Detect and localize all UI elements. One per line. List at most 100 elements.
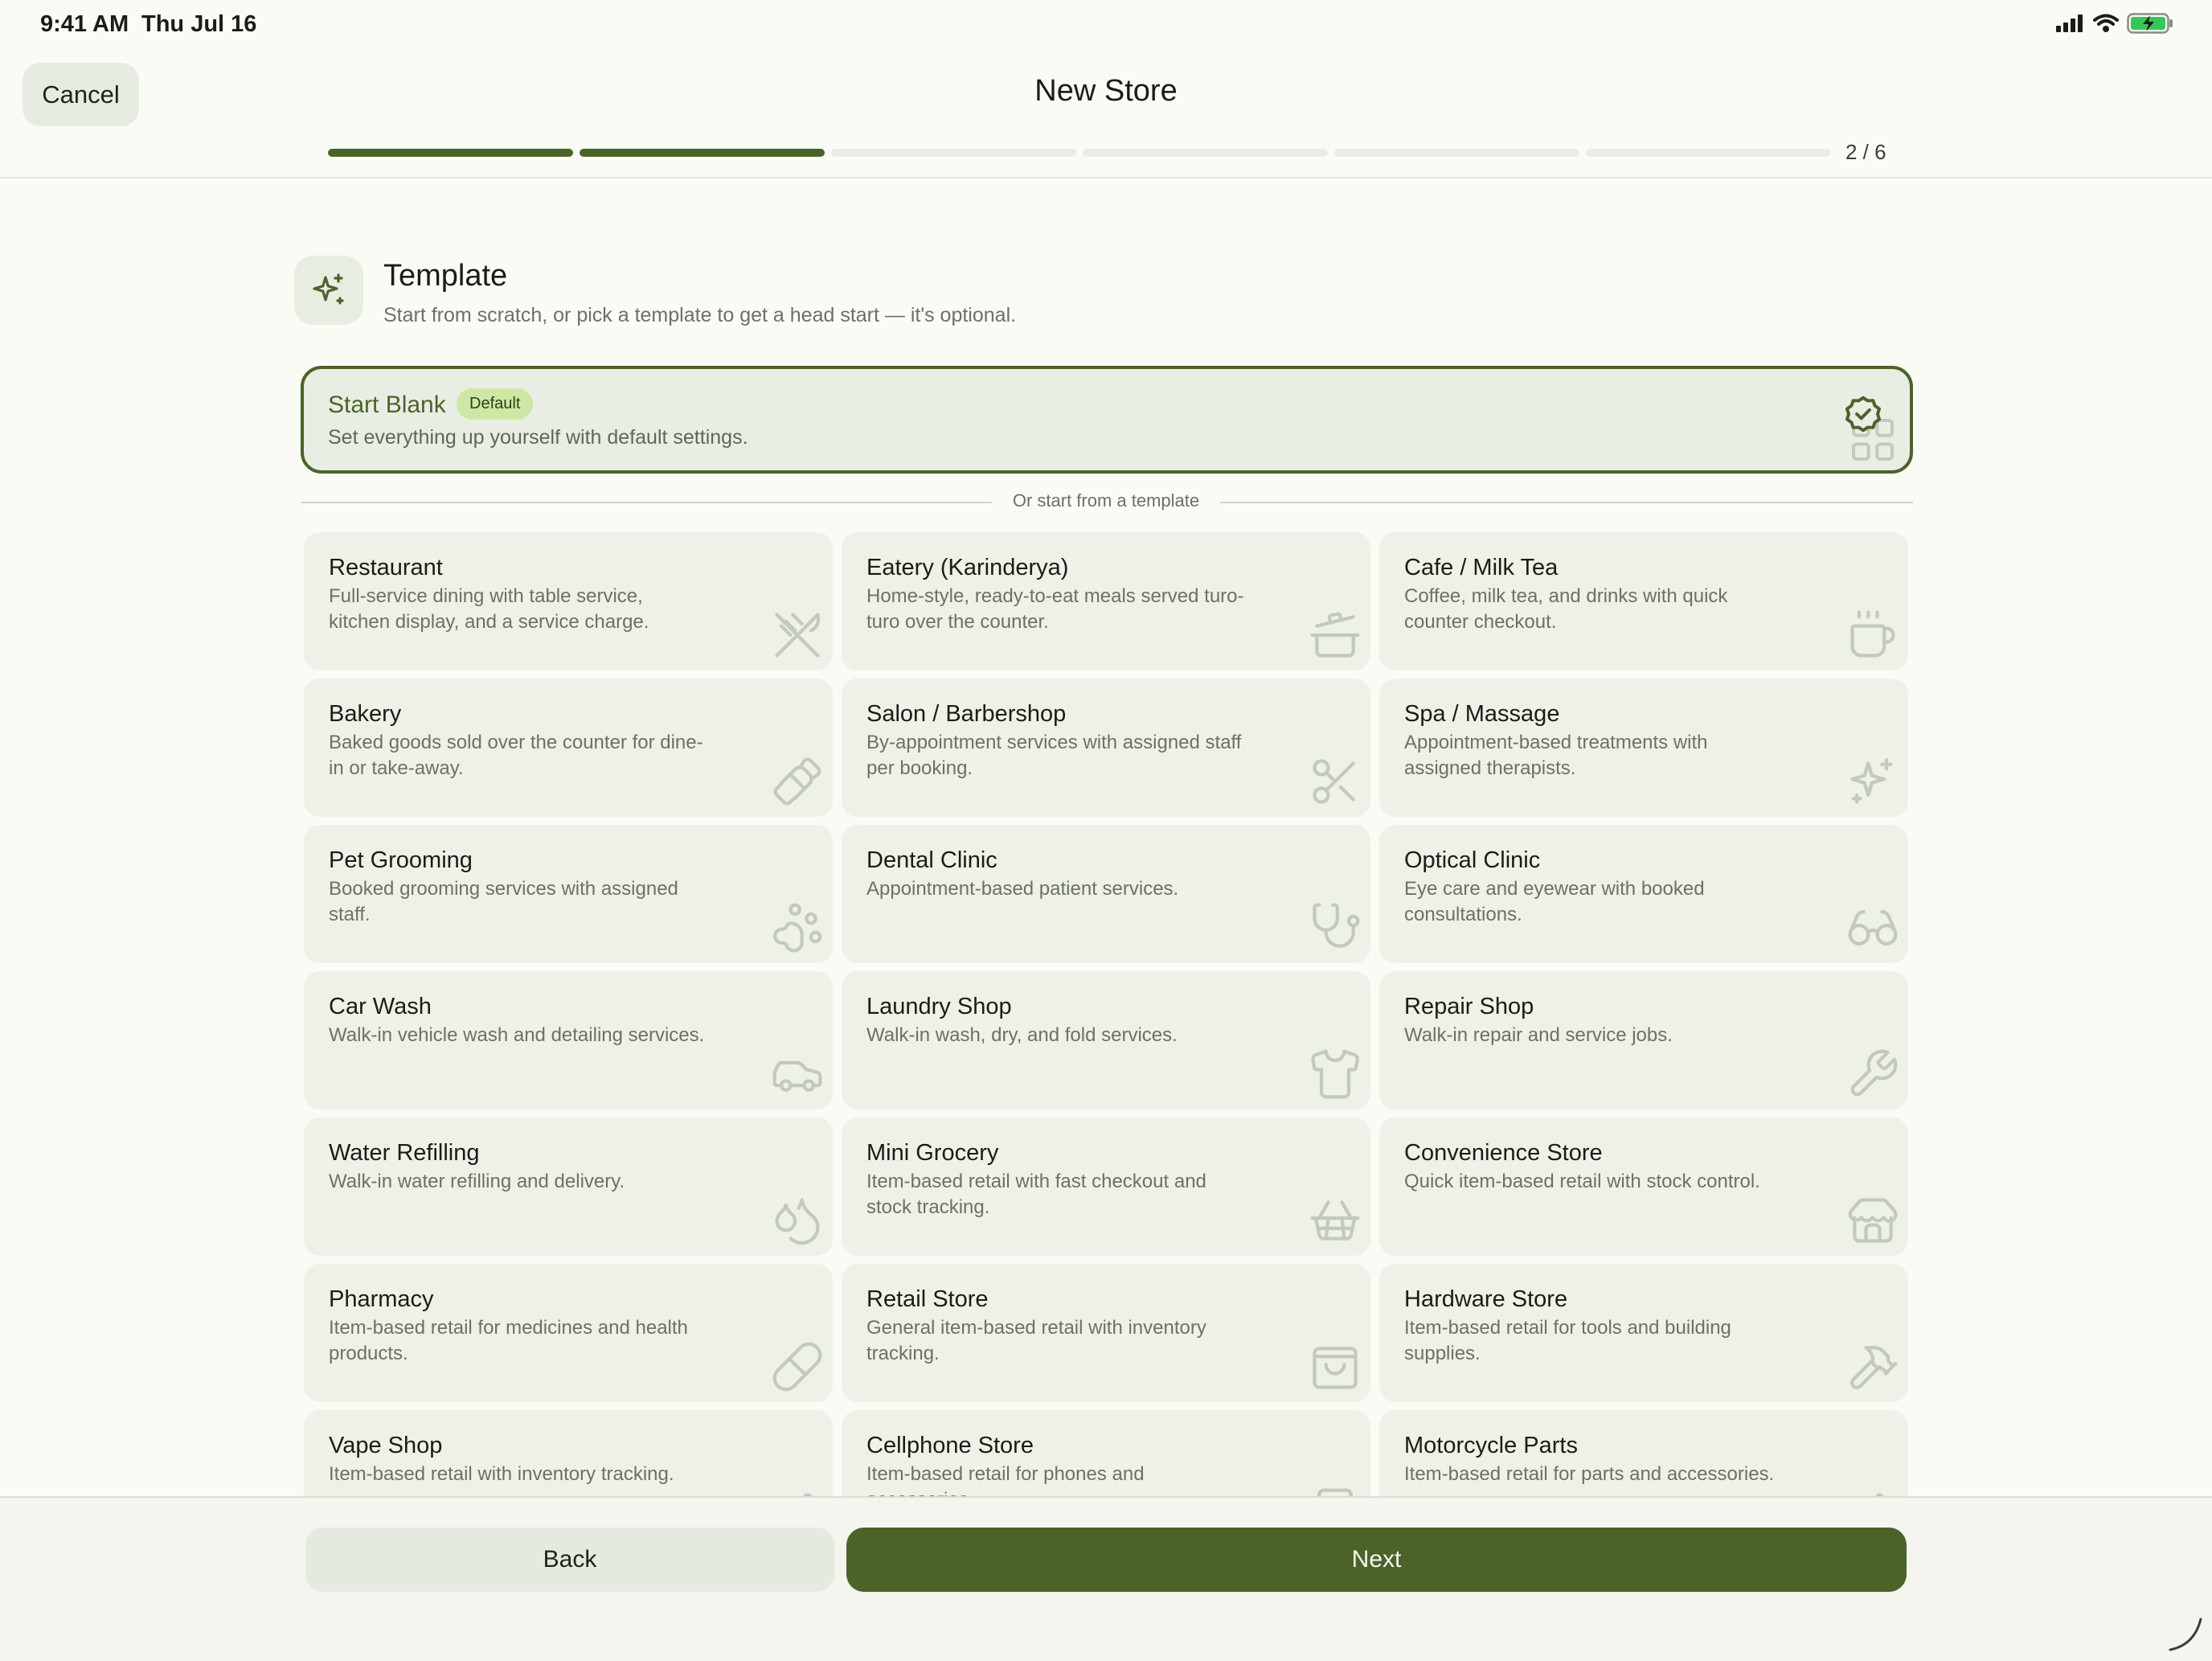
template-card-repair[interactable]: Repair Shop Walk-in repair and service j…	[1379, 971, 1908, 1109]
template-title: Mini Grocery	[866, 1140, 999, 1166]
template-description: Booked grooming services with assigned s…	[329, 878, 678, 925]
store-icon	[1845, 1193, 1900, 1248]
default-badge: Default	[457, 388, 534, 420]
template-title: Pet Grooming	[329, 847, 473, 873]
template-card-dental[interactable]: Dental Clinic Appointment-based patient …	[842, 825, 1370, 963]
battery-charging-icon	[2127, 13, 2173, 34]
croissant-icon	[770, 754, 825, 809]
pill-icon	[770, 1339, 825, 1394]
template-card-retail[interactable]: Retail Store General item-based retail w…	[842, 1264, 1370, 1402]
template-card-pharmacy[interactable]: Pharmacy Item-based retail for medicines…	[304, 1264, 833, 1402]
progress-segment	[328, 149, 573, 157]
template-card-convenience[interactable]: Convenience Store Quick item-based retai…	[1379, 1118, 1908, 1256]
progress-segment	[1083, 149, 1328, 157]
template-card-salon[interactable]: Salon / Barbershop By-appointment servic…	[842, 679, 1370, 817]
stethoscope-icon	[1308, 900, 1362, 955]
scissors-icon	[1308, 754, 1362, 809]
template-card-mini-grocery[interactable]: Mini Grocery Item-based retail with fast…	[842, 1118, 1370, 1256]
template-description: By-appointment services with assigned st…	[866, 732, 1242, 779]
template-title: Bakery	[329, 701, 402, 727]
template-title: Laundry Shop	[866, 994, 1012, 1019]
start-blank-title: Start Blank	[328, 392, 446, 418]
template-description: Item-based retail for medicines and heal…	[329, 1317, 688, 1364]
template-card-cafe[interactable]: Cafe / Milk Tea Coffee, milk tea, and dr…	[1379, 532, 1908, 671]
template-description: Coffee, milk tea, and drinks with quick …	[1404, 585, 1728, 633]
shirt-icon	[1308, 1047, 1362, 1101]
step-counter: 2 / 6	[1845, 140, 1886, 164]
template-title: Pharmacy	[329, 1286, 434, 1312]
header-divider	[0, 177, 2212, 178]
template-description: Walk-in repair and service jobs.	[1404, 1024, 1673, 1046]
step-progress	[328, 149, 1831, 157]
template-description: Walk-in vehicle wash and detailing servi…	[329, 1024, 705, 1046]
template-title: Retail Store	[866, 1286, 989, 1312]
divider-line	[1220, 502, 1913, 503]
template-description: Home-style, ready-to-eat meals served tu…	[866, 585, 1244, 633]
template-title: Cafe / Milk Tea	[1404, 555, 1559, 580]
droplets-icon	[770, 1193, 825, 1248]
start-blank-description: Set everything up yourself with default …	[328, 426, 748, 449]
template-description: General item-based retail with inventory…	[866, 1317, 1206, 1364]
template-title: Convenience Store	[1404, 1140, 1603, 1166]
hammer-icon	[1845, 1339, 1900, 1394]
back-button[interactable]: Back	[305, 1528, 834, 1592]
coffee-cup-icon	[1845, 608, 1900, 662]
template-description: Baked goods sold over the counter for di…	[329, 732, 703, 779]
template-card-spa[interactable]: Spa / Massage Appointment-based treatmen…	[1379, 679, 1908, 817]
template-title: Cellphone Store	[866, 1433, 1034, 1458]
template-description: Eye care and eyewear with booked consult…	[1404, 878, 1705, 925]
template-title: Motorcycle Parts	[1404, 1433, 1578, 1458]
progress-segment	[580, 149, 825, 157]
template-description: Item-based retail with fast checkout and…	[866, 1171, 1206, 1218]
template-description: Appointment-based patient services.	[866, 878, 1179, 900]
start-blank-card[interactable]: Start Blank Default Set everything up yo…	[301, 366, 1913, 474]
template-title: Hardware Store	[1404, 1286, 1568, 1312]
template-description: Walk-in water refilling and delivery.	[329, 1171, 625, 1192]
template-title: Optical Clinic	[1404, 847, 1541, 873]
section-subtitle: Start from scratch, or pick a template t…	[383, 304, 1017, 326]
selected-check-badge-icon	[1845, 396, 1882, 433]
template-card-laundry[interactable]: Laundry Shop Walk-in wash, dry, and fold…	[842, 971, 1370, 1109]
footer-bar: Back Next	[0, 1496, 2212, 1661]
template-card-bakery[interactable]: Bakery Baked goods sold over the counter…	[304, 679, 833, 817]
status-date: Thu Jul 16	[141, 11, 257, 37]
template-card-car-wash[interactable]: Car Wash Walk-in vehicle wash and detail…	[304, 971, 833, 1109]
template-title: Eatery (Karinderya)	[866, 555, 1069, 580]
template-title: Vape Shop	[329, 1433, 443, 1458]
template-description: Appointment-based treatments with assign…	[1404, 732, 1708, 779]
sparkles-icon	[1845, 754, 1900, 809]
wrench-icon	[1845, 1047, 1900, 1101]
template-description: Walk-in wash, dry, and fold services.	[866, 1024, 1178, 1046]
car-icon	[770, 1047, 825, 1101]
template-description: Item-based retail for tools and building…	[1404, 1317, 1731, 1364]
template-description: Full-service dining with table service, …	[329, 585, 649, 633]
template-card-eatery[interactable]: Eatery (Karinderya) Home-style, ready-to…	[842, 532, 1370, 671]
template-card-hardware[interactable]: Hardware Store Item-based retail for too…	[1379, 1264, 1908, 1402]
glasses-icon	[1845, 900, 1900, 955]
template-title: Spa / Massage	[1404, 701, 1560, 727]
template-description: Item-based retail for parts and accessor…	[1404, 1463, 1775, 1485]
shopping-bag-icon	[1308, 1339, 1362, 1394]
template-description: Item-based retail with inventory trackin…	[329, 1463, 674, 1485]
progress-segment	[831, 149, 1076, 157]
template-title: Car Wash	[329, 994, 432, 1019]
basket-icon	[1308, 1193, 1362, 1248]
progress-segment	[1334, 149, 1579, 157]
status-icons	[2056, 13, 2173, 34]
template-title: Repair Shop	[1404, 994, 1534, 1019]
next-button[interactable]: Next	[846, 1528, 1907, 1592]
template-card-pet-grooming[interactable]: Pet Grooming Booked grooming services wi…	[304, 825, 833, 963]
section-title: Template	[383, 259, 508, 293]
utensils-icon	[770, 608, 825, 662]
resize-handle-icon	[2169, 1618, 2202, 1651]
template-card-optical[interactable]: Optical Clinic Eye care and eyewear with…	[1379, 825, 1908, 963]
progress-segment	[1586, 149, 1831, 157]
template-card-restaurant[interactable]: Restaurant Full-service dining with tabl…	[304, 532, 833, 671]
template-grid: Restaurant Full-service dining with tabl…	[304, 532, 1908, 1548]
template-title: Salon / Barbershop	[866, 701, 1067, 727]
status-bar: 9:41 AM Thu Jul 16	[0, 0, 2212, 51]
sparkles-icon	[294, 256, 363, 325]
divider-label: Or start from a template	[1012, 490, 1200, 511]
template-card-water-refilling[interactable]: Water Refilling Walk-in water refilling …	[304, 1118, 833, 1256]
template-title: Dental Clinic	[866, 847, 997, 873]
